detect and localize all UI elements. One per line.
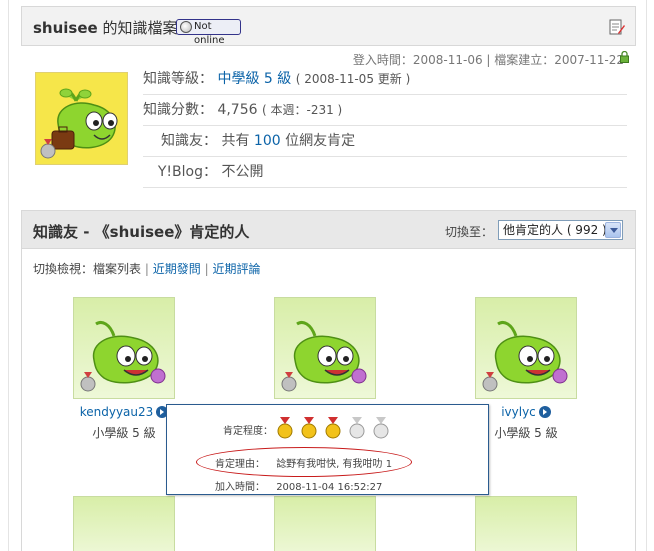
knowledge-level-link[interactable]: 中學級 5 級 — [217, 71, 291, 87]
recent-comments-link[interactable]: 近期評論 — [212, 262, 260, 276]
switch-to-label: 切換至： — [445, 225, 494, 239]
friend-name-text[interactable]: kendyyau23 — [80, 405, 154, 419]
gold-medal-icon — [277, 417, 293, 439]
view-switch-links: 切換檢視：檔案列表 | 近期發問 | 近期評論 — [33, 260, 260, 277]
knowledge-friends-prefix: 共有 — [221, 133, 254, 149]
tooltip-joined-row: 加入時間： 2008-11-04 16:52:27 — [215, 478, 382, 493]
friend-avatar[interactable] — [73, 297, 175, 399]
chevron-down-icon[interactable] — [605, 222, 621, 238]
profile-title-suffix: 的知識檔案 — [97, 19, 178, 37]
knowledge-friends-label: 知識友： — [161, 133, 217, 149]
tooltip-joined-label: 加入時間： — [215, 482, 265, 493]
arrow-right-icon[interactable] — [538, 406, 551, 418]
page-border-right — [646, 0, 647, 551]
friend-avatar[interactable] — [73, 496, 175, 551]
recent-questions-link[interactable]: 近期發問 — [153, 262, 201, 276]
knowledge-level-row: 知識等級： 中學級 5 級 ( 2008-11-05 更新 ) — [143, 64, 627, 95]
view-links-separator: | — [204, 262, 209, 276]
tooltip-degree-row: 肯定程度： — [167, 422, 273, 437]
online-status-badge: Not online — [176, 19, 241, 46]
bean-mascot-image — [36, 73, 127, 164]
friend-avatar[interactable] — [274, 496, 376, 551]
knowledge-friends-suffix: 位網友肯定 — [285, 133, 356, 149]
friend-card — [260, 297, 390, 399]
reason-highlight-ellipse — [196, 447, 412, 477]
tooltip-degree-label: 肯定程度： — [223, 426, 273, 437]
bean-mascot-image — [482, 321, 568, 392]
tooltip-joined-value: 2008-11-04 16:52:27 — [276, 482, 383, 493]
profile-avatar — [35, 72, 128, 165]
friend-avatar[interactable] — [274, 297, 376, 399]
yblog-value: 不公開 — [221, 164, 264, 180]
gold-medal-icon — [301, 417, 317, 439]
friends-section-header: 知識友 - 《shuisee》肯定的人 切換至： 他肯定的人 ( 992 ) — [22, 211, 635, 249]
view-list-label: 切換檢視：檔案列表 — [33, 262, 142, 276]
friend-name-text[interactable]: ivylyc — [501, 405, 536, 419]
bean-mascot-image — [281, 321, 367, 392]
profile-header: shuisee 的知識檔案 Not online — [21, 6, 636, 46]
yblog-label: Y!Blog： — [157, 164, 217, 180]
knowledge-score-label: 知識分數： — [143, 102, 213, 118]
view-links-separator: | — [144, 262, 149, 276]
status-icon — [180, 21, 192, 33]
page-border-left — [8, 0, 9, 551]
yblog-row: Y!Blog： 不公開 — [143, 157, 627, 188]
knowledge-level-note: ( 2008-11-05 更新 ) — [295, 72, 411, 86]
silver-medal-icon — [373, 417, 389, 439]
knowledge-level-label: 知識等級： — [143, 71, 213, 87]
knowledge-friends-row: 知識友： 共有 100 位網友肯定 — [143, 126, 627, 157]
knowledge-friends-count-link[interactable]: 100 — [254, 133, 281, 149]
knowledge-score-row: 知識分數： 4,756 ( 本週：-231 ) — [143, 95, 627, 126]
endorsement-medals — [277, 417, 392, 439]
bean-mascot-image — [80, 321, 166, 392]
friend-avatar[interactable] — [475, 297, 577, 399]
switch-to-selected-value: 他肯定的人 ( 992 ) — [503, 223, 607, 237]
profile-username[interactable]: shuisee — [33, 19, 98, 37]
gold-medal-icon — [325, 417, 341, 439]
friend-avatar[interactable] — [475, 496, 577, 551]
friends-section-title: 知識友 - 《shuisee》肯定的人 — [33, 223, 250, 241]
switch-to-select[interactable]: 他肯定的人 ( 992 ) — [498, 220, 623, 240]
silver-medal-icon — [349, 417, 365, 439]
status-text: Not online — [194, 21, 225, 46]
lock-icon — [620, 51, 629, 63]
knowledge-score-value: 4,756 — [217, 102, 258, 118]
profile-title: shuisee 的知識檔案 — [33, 17, 177, 38]
knowledge-score-note: ( 本週：-231 ) — [262, 103, 343, 117]
edit-profile-icon[interactable] — [609, 18, 625, 36]
